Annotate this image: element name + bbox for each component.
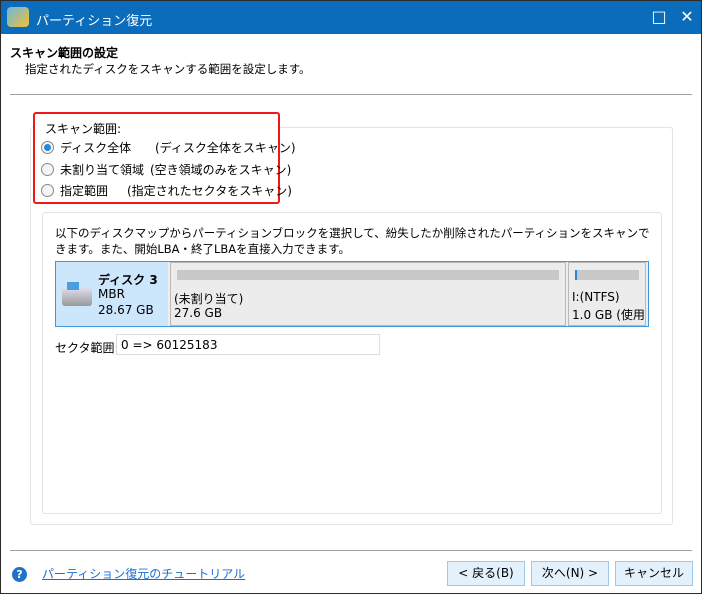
app-logo-icon xyxy=(7,7,29,27)
radio-label: ディスク全体 xyxy=(60,141,132,155)
disk-map-description: 以下のディスクマップからパーティションブロックを選択して、紛失したか削除されたパ… xyxy=(55,226,650,256)
usb-disk-icon xyxy=(62,282,92,306)
disk-size: 28.67 GB xyxy=(98,303,154,317)
usage-bar xyxy=(177,270,559,280)
radio-unallocated[interactable]: 未割り当て領域 xyxy=(41,161,144,178)
partition-block-unallocated[interactable]: (未割り当て) 27.6 GB xyxy=(170,262,566,326)
scan-range-label: スキャン範囲: xyxy=(45,122,122,136)
title-bar: パーティション復元 □ ✕ xyxy=(1,1,701,34)
help-icon[interactable]: ? xyxy=(12,567,27,582)
back-button[interactable]: < 戻る(B) xyxy=(447,561,525,586)
radio-desc: (ディスク全体をスキャン) xyxy=(155,141,296,155)
partition-label: (未割り当て) xyxy=(174,292,244,306)
radio-desc: (空き領域のみをスキャン) xyxy=(150,163,292,177)
scan-range-group: スキャン範囲: ディスク全体 (ディスク全体をスキャン) 未割り当て領域 (空き… xyxy=(33,112,296,204)
disk-map: ディスク 3 MBR 28.67 GB (未割り当て) 27.6 GB I:(N… xyxy=(55,261,649,327)
radio-desc: (指定されたセクタをスキャン) xyxy=(127,184,292,198)
close-button[interactable]: ✕ xyxy=(677,7,697,27)
page-subtitle: 指定されたディスクをスキャンする範囲を設定します。 xyxy=(25,62,311,76)
window-title: パーティション復元 xyxy=(36,14,153,29)
page-title: スキャン範囲の設定 xyxy=(10,46,119,60)
partition-label: I:(NTFS) xyxy=(572,290,620,304)
radio-button[interactable] xyxy=(41,141,54,154)
footer-divider xyxy=(10,550,692,551)
maximize-button[interactable]: □ xyxy=(649,7,669,27)
disk-map-panel: 以下のディスクマップからパーティションブロックを選択して、紛失したか削除されたパ… xyxy=(42,212,662,514)
disk-info[interactable]: ディスク 3 MBR 28.67 GB xyxy=(56,262,168,326)
sector-range-input[interactable] xyxy=(116,334,380,355)
usage-bar xyxy=(575,270,639,280)
divider xyxy=(10,94,692,95)
disk-type: MBR xyxy=(98,287,125,301)
partition-size: 1.0 GB (使用済 xyxy=(572,308,645,322)
radio-button[interactable] xyxy=(41,184,54,197)
radio-label: 指定範囲 xyxy=(60,184,109,198)
partition-recovery-window: パーティション復元 □ ✕ スキャン範囲の設定 指定されたディスクをスキャンする… xyxy=(0,0,702,594)
tutorial-link[interactable]: パーティション復元のチュートリアル xyxy=(42,565,245,582)
cancel-button[interactable]: キャンセル xyxy=(615,561,693,586)
radio-specified-range[interactable]: 指定範囲 xyxy=(41,182,108,199)
sector-range-label: セクタ範囲: xyxy=(55,341,119,355)
partition-block-ntfs[interactable]: I:(NTFS) 1.0 GB (使用済 xyxy=(568,262,646,326)
radio-label: 未割り当て領域 xyxy=(60,163,145,177)
radio-button[interactable] xyxy=(41,163,54,176)
next-button[interactable]: 次へ(N) > xyxy=(531,561,609,586)
disk-name: ディスク 3 xyxy=(98,273,158,287)
radio-whole-disk[interactable]: ディスク全体 xyxy=(41,139,131,156)
partition-size: 27.6 GB xyxy=(174,306,223,320)
